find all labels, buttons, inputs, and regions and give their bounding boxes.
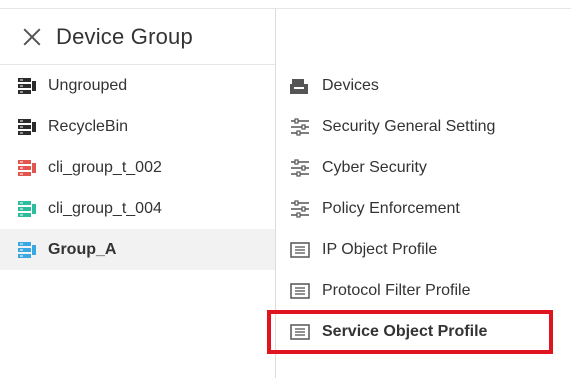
device-group-panel: Device Group Ungrouped RecycleBin cli_grou… — [0, 0, 571, 378]
menu-label: Policy Enforcement — [322, 199, 460, 217]
profile-icon — [290, 241, 310, 259]
menu-item[interactable]: IP Object Profile — [276, 229, 571, 270]
panel-header: Device Group — [0, 9, 276, 65]
profile-icon — [290, 323, 310, 341]
server-group-icon — [18, 159, 36, 176]
sliders-icon — [290, 199, 310, 218]
menu-item[interactable]: Policy Enforcement — [276, 188, 571, 229]
group-item[interactable]: RecycleBin — [0, 106, 275, 147]
sliders-icon — [290, 117, 310, 136]
group-label: Ungrouped — [48, 76, 128, 94]
menu-label: Cyber Security — [322, 158, 427, 176]
menu-item[interactable]: Cyber Security — [276, 147, 571, 188]
group-label: Group_A — [48, 240, 117, 258]
server-group-icon — [18, 118, 36, 135]
menu-item[interactable]: Protocol Filter Profile — [276, 270, 571, 311]
menu-label: Security General Setting — [322, 117, 496, 135]
group-label: cli_group_t_002 — [48, 158, 162, 176]
server-group-icon — [18, 200, 36, 217]
menu-item[interactable]: Security General Setting — [276, 106, 571, 147]
server-group-icon — [18, 77, 36, 94]
menu-label: Protocol Filter Profile — [322, 281, 471, 299]
menu-label: Devices — [322, 76, 379, 94]
group-list: Ungrouped RecycleBin cli_group_t_002 cli_gr… — [0, 65, 275, 270]
group-label: RecycleBin — [48, 117, 129, 135]
group-item[interactable]: cli_group_t_004 — [0, 188, 275, 229]
group-item[interactable]: cli_group_t_002 — [0, 147, 275, 188]
group-menu: Devices Security General Setting Cyber Sec… — [276, 65, 571, 352]
menu-label: IP Object Profile — [322, 240, 438, 258]
server-group-icon — [18, 241, 36, 258]
group-label: cli_group_t_004 — [48, 199, 162, 217]
profile-icon — [290, 282, 310, 300]
group-item[interactable]: Ungrouped — [0, 65, 275, 106]
close-icon[interactable] — [22, 27, 42, 47]
device-icon — [290, 77, 310, 95]
group-item[interactable]: Group_A — [0, 229, 275, 270]
sliders-icon — [290, 158, 310, 177]
menu-label: Service Object Profile — [322, 322, 488, 340]
menu-item[interactable]: Service Object Profile — [276, 311, 571, 352]
panel-title: Device Group — [56, 24, 193, 49]
menu-item[interactable]: Devices — [276, 65, 571, 106]
